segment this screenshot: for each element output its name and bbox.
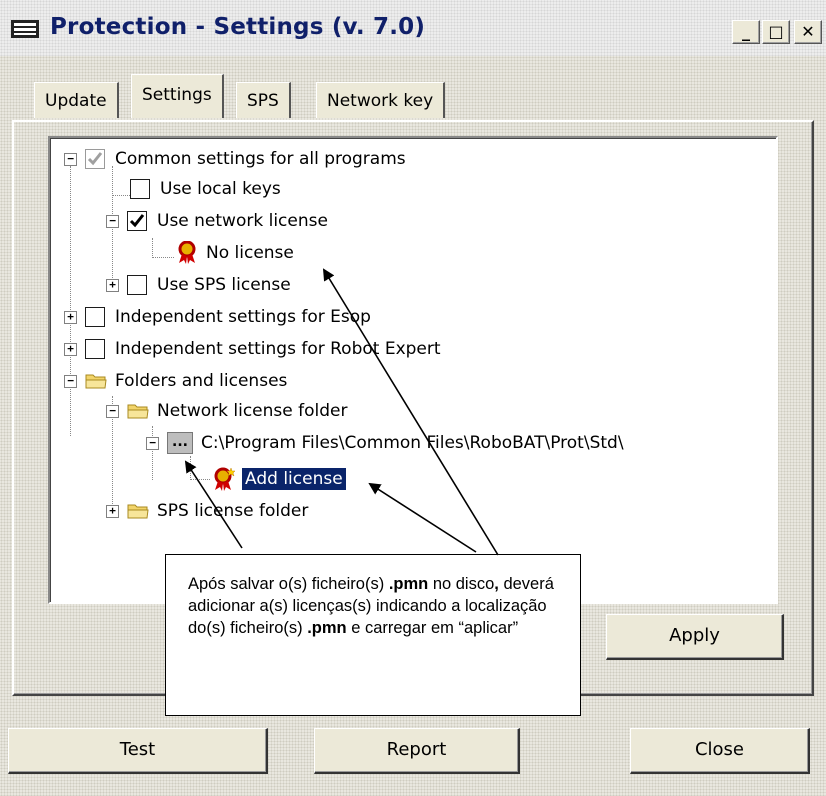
tab-update[interactable]: Update (34, 82, 119, 118)
test-button[interactable]: Test (8, 728, 268, 774)
tab-network-key[interactable]: Network key (316, 82, 446, 118)
apply-button[interactable]: Apply (606, 614, 784, 660)
tree-item-add-license[interactable]: Add license (212, 464, 347, 494)
callout-bold: .pmn (388, 575, 429, 593)
expand-icon[interactable]: + (106, 278, 119, 292)
callout-text: no disco (428, 575, 495, 593)
settings-tree[interactable]: − Common settings for all programs Use l… (48, 136, 778, 604)
tab-settings-label: Settings (142, 85, 212, 105)
award-ribbon-icon (178, 241, 196, 264)
test-label: Test (119, 739, 156, 760)
callout-text: Após salvar o(s) ficheiro(s) (188, 575, 389, 593)
window-title: Protection - Settings (v. 7.0) (50, 14, 426, 40)
tree-item-network-folder[interactable]: − Network license folder (106, 396, 347, 426)
collapse-icon[interactable]: − (64, 152, 77, 166)
tree-label: Use network license (157, 211, 328, 231)
tree-label: Common settings for all programs (115, 149, 406, 169)
tree-item-robot-expert[interactable]: + Independent settings for Robot Expert (64, 334, 441, 364)
minimize-button[interactable]: _ (732, 20, 760, 44)
close-label: Close (694, 739, 745, 760)
tab-sps[interactable]: SPS (236, 82, 291, 118)
tree-label: Use local keys (160, 179, 281, 199)
tree-label: C:\Program Files\Common Files\RoboBAT\Pr… (201, 433, 624, 453)
tree-item-common-settings[interactable]: − Common settings for all programs (64, 144, 406, 174)
collapse-icon[interactable]: − (106, 214, 119, 228)
tree-item-no-license[interactable]: No license (176, 238, 294, 268)
tree-item-esop[interactable]: + Independent settings for Esop (64, 302, 371, 332)
tab-update-label: Update (45, 91, 107, 111)
tree-item-folders-licenses[interactable]: − Folders and licenses (64, 366, 287, 396)
expand-icon[interactable]: + (64, 310, 77, 324)
tree-item-sps-folder[interactable]: + SPS license folder (106, 496, 308, 526)
tree-item-path[interactable]: − ... C:\Program Files\Common Files\Robo… (146, 428, 624, 458)
app-icon (11, 20, 39, 38)
tree-label: Network license folder (157, 401, 348, 421)
maximize-button[interactable]: □ (762, 20, 790, 44)
checkbox-robot-expert[interactable] (85, 339, 105, 359)
report-button[interactable]: Report (314, 728, 520, 774)
tree-item-sps-license[interactable]: + Use SPS license (106, 270, 291, 300)
tree-label-selected: Add license (241, 467, 347, 491)
tree-label: Folders and licenses (115, 371, 288, 391)
folder-icon (127, 504, 149, 519)
tab-network-key-label: Network key (327, 91, 434, 111)
checkbox-esop[interactable] (85, 307, 105, 327)
close-window-button[interactable]: ✕ (794, 20, 822, 44)
expand-icon[interactable]: + (106, 504, 119, 518)
apply-label: Apply (669, 625, 720, 646)
tree-item-local-keys[interactable]: Use local keys (130, 174, 281, 204)
tree-label: Independent settings for Esop (115, 307, 371, 327)
tree-label: Use SPS license (157, 275, 291, 295)
collapse-icon[interactable]: − (106, 404, 119, 418)
callout-bold: .pmn (307, 619, 347, 637)
minimize-icon: _ (742, 22, 750, 41)
tab-sps-label: SPS (247, 91, 279, 111)
annotation-callout: Após salvar o(s) ficheiro(s) .pmn no dis… (165, 554, 581, 716)
checkbox-local-keys[interactable] (130, 179, 150, 199)
expand-icon[interactable]: + (64, 342, 77, 356)
tree-label: Independent settings for Robot Expert (115, 339, 441, 359)
callout-text: e carregar em “aplicar” (346, 619, 519, 637)
tree-item-network-license[interactable]: − Use network license (106, 206, 328, 236)
checkbox-sps-license[interactable] (127, 275, 147, 295)
close-icon: ✕ (801, 22, 815, 41)
checkbox-common-settings[interactable] (85, 149, 105, 169)
title-bar: Protection - Settings (v. 7.0) _ □ ✕ (0, 0, 826, 56)
tree-label: No license (206, 243, 294, 263)
close-button[interactable]: Close (630, 728, 810, 774)
add-license-icon (214, 467, 236, 491)
maximize-icon: □ (768, 22, 784, 41)
folder-open-icon (85, 374, 107, 389)
collapse-icon[interactable]: − (64, 374, 77, 388)
ellipsis-box-icon: ... (167, 432, 193, 454)
checkbox-network-license[interactable] (127, 211, 147, 231)
collapse-icon[interactable]: − (146, 436, 159, 450)
tab-settings[interactable]: Settings (131, 74, 224, 118)
report-label: Report (386, 739, 447, 760)
tree-label: SPS license folder (157, 501, 309, 521)
folder-icon (127, 404, 149, 419)
